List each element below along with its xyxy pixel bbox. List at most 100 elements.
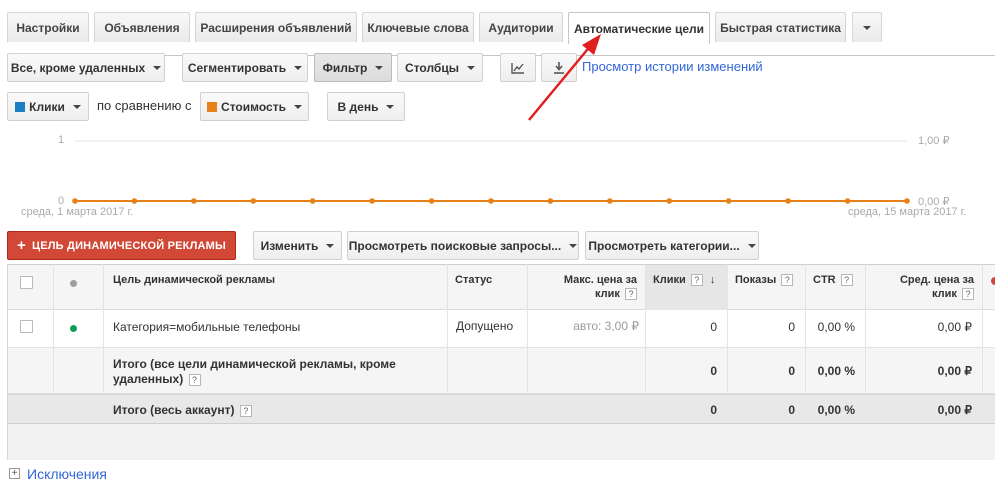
metric1-color-swatch bbox=[15, 101, 26, 112]
grid-line bbox=[727, 264, 728, 394]
column-header-label: Макс. цена за bbox=[563, 274, 637, 286]
segment-dropdown[interactable]: Сегментировать bbox=[182, 53, 308, 82]
status-filter-dropdown[interactable]: Все, кроме удаленных bbox=[7, 53, 165, 82]
column-header-label: Показы bbox=[735, 274, 777, 286]
tab-label: Настройки bbox=[16, 20, 80, 35]
column-header-target[interactable]: Цель динамической рекламы bbox=[103, 265, 447, 311]
help-icon[interactable]: ? bbox=[690, 274, 703, 287]
search-queries-label: Просмотреть поисковые запросы... bbox=[348, 238, 562, 253]
row-max-cpc[interactable]: авто: 3,00 ₽ bbox=[527, 319, 639, 333]
column-header-clicks[interactable]: Клики ? ↓ bbox=[645, 265, 727, 311]
add-dynamic-target-button[interactable]: + ЦЕЛЬ ДИНАМИЧЕСКОЙ РЕКЛАМЫ bbox=[7, 231, 236, 260]
column-header-label: клик bbox=[595, 288, 620, 300]
total-filtered-impressions: 0 bbox=[788, 364, 795, 378]
column-header-avg-cpc[interactable]: Сред. цена за клик ? bbox=[865, 265, 982, 311]
columns-dropdown[interactable]: Столбцы bbox=[397, 53, 483, 82]
table-row[interactable]: Категория=мобильные телефоны Допущено ав… bbox=[7, 310, 995, 348]
categories-dropdown[interactable]: Просмотреть категории... bbox=[585, 231, 759, 260]
edit-label: Изменить bbox=[260, 238, 319, 253]
sort-down-arrow-icon: ↓ bbox=[709, 274, 716, 286]
column-header-max-cpc[interactable]: Макс. цена за клик ? bbox=[527, 265, 645, 311]
row-target[interactable]: Категория=мобильные телефоны bbox=[113, 320, 300, 334]
total-filtered-label-line2: удаленных) bbox=[113, 372, 184, 386]
period-dropdown[interactable]: В день bbox=[327, 92, 405, 121]
chart-point bbox=[725, 198, 732, 204]
tab-settings[interactable]: Настройки bbox=[7, 12, 89, 42]
help-icon[interactable]: ? bbox=[188, 373, 201, 386]
grid-line bbox=[447, 264, 448, 394]
row-ctr: 0,00 % bbox=[817, 320, 855, 334]
metric1-dropdown[interactable]: Клики bbox=[7, 92, 89, 121]
chart-date-start: среда, 1 марта 2017 г. bbox=[21, 206, 134, 218]
column-header-label: CTR bbox=[813, 274, 836, 286]
chevron-down-icon bbox=[72, 104, 81, 109]
tab-keywords[interactable]: Ключевые слова bbox=[362, 12, 474, 42]
add-dynamic-target-label: ЦЕЛЬ ДИНАМИЧЕСКОЙ РЕКЛАМЫ bbox=[31, 239, 226, 252]
help-icon[interactable]: ? bbox=[625, 288, 637, 301]
column-header-label: клик bbox=[932, 288, 957, 300]
help-icon[interactable]: ? bbox=[781, 274, 794, 287]
tab-quick-stats[interactable]: Быстрая статистика bbox=[715, 12, 846, 42]
compare-text: по сравнению с bbox=[97, 98, 192, 113]
chart-point bbox=[191, 198, 197, 204]
metric2-dropdown[interactable]: Стоимость bbox=[200, 92, 309, 121]
chart-point bbox=[428, 198, 435, 204]
segment-label: Сегментировать bbox=[187, 60, 287, 75]
row-avg-cpc: 0,00 ₽ bbox=[937, 320, 972, 334]
categories-label: Просмотреть категории... bbox=[588, 238, 740, 253]
total-account-clicks: 0 bbox=[710, 403, 717, 417]
columns-label: Столбцы bbox=[405, 60, 459, 75]
status-filter-label: Все, кроме удаленных bbox=[10, 60, 146, 75]
tab-ads[interactable]: Объявления bbox=[94, 12, 190, 42]
table-header: Цель динамической рекламы Статус Макс. ц… bbox=[7, 264, 995, 311]
column-header-label: Сред. цена за bbox=[899, 274, 974, 286]
chevron-down-icon bbox=[326, 243, 335, 248]
column-header-ctr[interactable]: CTR ? bbox=[805, 265, 865, 311]
column-header-label: Статус bbox=[455, 274, 493, 286]
help-icon[interactable]: ? bbox=[239, 404, 252, 417]
row-checkbox[interactable] bbox=[20, 320, 33, 333]
edit-dropdown[interactable]: Изменить bbox=[253, 231, 342, 260]
grid-line bbox=[53, 264, 54, 394]
filter-dropdown[interactable]: Фильтр bbox=[314, 53, 392, 82]
help-icon[interactable]: ? bbox=[840, 274, 853, 287]
chevron-down-icon bbox=[375, 65, 384, 70]
filter-label: Фильтр bbox=[322, 60, 368, 75]
chevron-down-icon bbox=[293, 104, 302, 109]
tab-ad-extensions[interactable]: Расширения объявлений bbox=[195, 12, 357, 42]
tab-bar: Настройки Объявления Расширения объявлен… bbox=[7, 12, 995, 56]
tab-label: Ключевые слова bbox=[367, 20, 469, 35]
chart-point bbox=[131, 198, 138, 204]
status-dot-icon bbox=[70, 280, 77, 287]
chart-point bbox=[785, 198, 791, 204]
select-all-checkbox[interactable] bbox=[20, 276, 33, 289]
total-filtered-avg-cpc: 0,00 ₽ bbox=[937, 364, 972, 378]
grid-line bbox=[865, 264, 866, 394]
help-icon[interactable]: ? bbox=[962, 288, 974, 301]
more-tabs-button[interactable] bbox=[852, 12, 882, 42]
chart-point bbox=[666, 198, 673, 204]
grid-line bbox=[527, 264, 528, 394]
chevron-down-icon bbox=[747, 243, 756, 248]
chart-date-end: среда, 15 марта 2017 г. bbox=[848, 206, 967, 218]
chart-point bbox=[309, 198, 316, 204]
chart-point bbox=[547, 198, 554, 204]
column-header-status[interactable]: Статус bbox=[447, 265, 527, 311]
grid-line bbox=[982, 264, 983, 394]
chevron-down-icon bbox=[153, 65, 162, 70]
more-columns-indicator-icon bbox=[991, 277, 995, 285]
total-account-label-text: Итого (весь аккаунт) bbox=[113, 403, 235, 417]
chart-point bbox=[844, 198, 851, 204]
expand-plus-icon[interactable]: + bbox=[9, 468, 20, 479]
total-account-label: Итого (весь аккаунт) ? bbox=[113, 403, 252, 417]
performance-chart bbox=[72, 140, 910, 204]
grid-line bbox=[805, 264, 806, 394]
row-impressions: 0 bbox=[788, 320, 795, 334]
total-account-impressions: 0 bbox=[788, 403, 795, 417]
chart-point bbox=[72, 198, 78, 204]
exclusions-link[interactable]: Исключения bbox=[27, 466, 107, 482]
total-filtered-row: Итого (все цели динамической рекламы, кр… bbox=[7, 348, 995, 394]
column-header-impressions[interactable]: Показы ? bbox=[727, 265, 805, 311]
annotation-arrow bbox=[528, 34, 601, 121]
search-queries-dropdown[interactable]: Просмотреть поисковые запросы... bbox=[347, 231, 579, 260]
